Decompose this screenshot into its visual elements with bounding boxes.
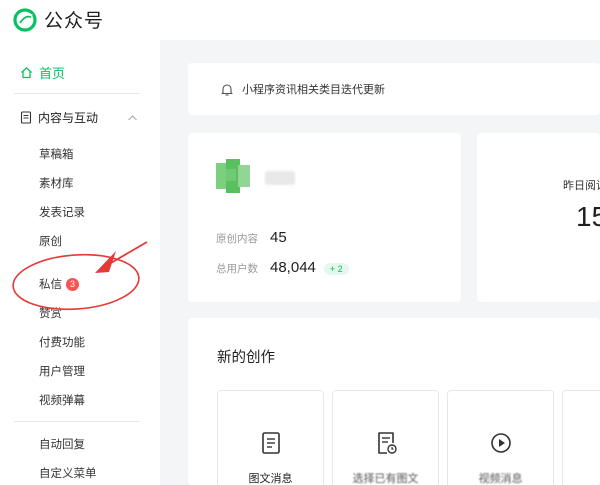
logo[interactable]: 公众号 bbox=[12, 6, 104, 33]
chevron-up-icon[interactable] bbox=[127, 114, 138, 122]
app-title: 公众号 bbox=[44, 11, 105, 32]
notice-bar[interactable]: 小程序资讯相关类目迭代更新 bbox=[188, 63, 600, 115]
sidebar-item-label: 私信 bbox=[39, 279, 62, 291]
sidebar-item-publish-records[interactable]: 发表记录 bbox=[39, 204, 85, 220]
sidebar-item-video-danmaku[interactable]: 视频弹幕 bbox=[39, 392, 85, 408]
sidebar: 首页 内容与互动 草稿箱 素材库 发表记录 原创 私信 3 赞赏 付费功能 用户管… bbox=[0, 40, 160, 485]
account-overview-card: 原创内容 45 总用户数 48,044 + 2 bbox=[188, 133, 461, 302]
stat-label: 原创内容 bbox=[216, 233, 258, 245]
tile-label: 选择已有图文 bbox=[352, 473, 419, 485]
home-icon bbox=[21, 67, 32, 79]
notice-text: 小程序资讯相关类目迭代更新 bbox=[242, 84, 385, 96]
original-content-stat: 原创内容 45 bbox=[216, 229, 287, 246]
sidebar-item-materials[interactable]: 素材库 bbox=[39, 175, 74, 191]
reads-label: 昨日阅读 bbox=[563, 180, 600, 192]
account-name-blurred bbox=[265, 171, 295, 185]
wechat-official-logo-icon bbox=[13, 7, 37, 32]
yesterday-reads-card: 昨日阅读 15 bbox=[477, 133, 600, 302]
stat-value: 45 bbox=[270, 229, 287, 246]
account-avatar[interactable] bbox=[216, 159, 250, 193]
stat-label: 总用户数 bbox=[216, 263, 258, 275]
sidebar-section-content[interactable]: 内容与互动 bbox=[20, 109, 138, 126]
total-users-stat: 总用户数 48,044 + 2 bbox=[216, 259, 349, 276]
sidebar-item-rewards[interactable]: 赞赏 bbox=[39, 305, 62, 321]
tile-label: 图文消息 bbox=[248, 473, 293, 485]
stat-value: 48,044 bbox=[270, 259, 316, 276]
sidebar-item-messages[interactable]: 私信 3 bbox=[39, 276, 79, 292]
top-bar: 公众号 bbox=[0, 0, 600, 40]
bell-icon bbox=[221, 83, 233, 96]
new-creation-card: 新的创作 图文消息 选择已有图文 视频消息 bbox=[188, 318, 600, 485]
sidebar-item-original[interactable]: 原创 bbox=[39, 233, 62, 249]
sidebar-item-auto-reply[interactable]: 自动回复 bbox=[39, 436, 85, 452]
unread-badge: 3 bbox=[66, 278, 79, 291]
sidebar-item-drafts[interactable]: 草稿箱 bbox=[39, 146, 74, 162]
play-icon bbox=[491, 433, 511, 453]
reads-value: 15 bbox=[576, 201, 600, 232]
video-message-tile[interactable]: 视频消息 bbox=[447, 390, 554, 485]
sidebar-section-label: 内容与互动 bbox=[38, 111, 99, 125]
select-existing-article-tile[interactable]: 选择已有图文 bbox=[332, 390, 439, 485]
create-article-tile[interactable]: 图文消息 bbox=[217, 390, 324, 485]
sidebar-item-home[interactable]: 首页 bbox=[20, 63, 65, 82]
divider bbox=[14, 421, 140, 422]
sidebar-item-label: 首页 bbox=[39, 66, 66, 81]
tile-label: 视频消息 bbox=[478, 473, 523, 485]
document-icon bbox=[262, 432, 280, 454]
sidebar-item-custom-menu[interactable]: 自定义菜单 bbox=[39, 465, 97, 481]
document-clock-icon bbox=[378, 432, 397, 454]
more-creation-tile[interactable] bbox=[562, 390, 600, 485]
sidebar-item-user-management[interactable]: 用户管理 bbox=[39, 363, 85, 379]
document-icon bbox=[20, 111, 32, 124]
divider bbox=[14, 93, 140, 94]
section-title: 新的创作 bbox=[217, 350, 275, 366]
sidebar-item-paid-features[interactable]: 付费功能 bbox=[39, 334, 85, 350]
users-delta-badge: + 2 bbox=[323, 263, 349, 275]
